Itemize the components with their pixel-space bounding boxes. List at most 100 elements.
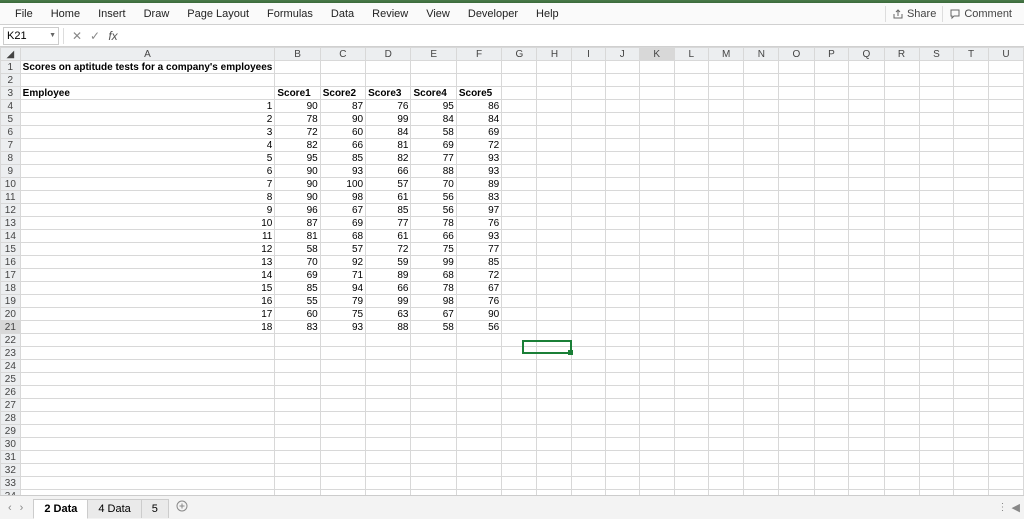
row-header-26[interactable]: 26 [1, 386, 21, 399]
cell-P2[interactable] [814, 74, 849, 87]
cell-S15[interactable] [919, 243, 954, 256]
cell-K19[interactable] [639, 295, 674, 308]
cell-C32[interactable] [320, 464, 365, 477]
cell-N12[interactable] [744, 204, 779, 217]
cell-O7[interactable] [779, 139, 814, 152]
cell-A31[interactable] [20, 451, 275, 464]
cell-S23[interactable] [919, 347, 954, 360]
cell-M34[interactable] [708, 490, 743, 496]
cell-G22[interactable] [502, 334, 537, 347]
cell-F19[interactable]: 76 [456, 295, 501, 308]
cell-F20[interactable]: 90 [456, 308, 501, 321]
cell-D33[interactable] [366, 477, 411, 490]
cell-O21[interactable] [779, 321, 814, 334]
cell-M30[interactable] [708, 438, 743, 451]
cell-C13[interactable]: 69 [320, 217, 365, 230]
cell-M8[interactable] [708, 152, 743, 165]
cell-T15[interactable] [954, 243, 989, 256]
cell-S34[interactable] [919, 490, 954, 496]
cell-U11[interactable] [988, 191, 1023, 204]
cell-U15[interactable] [988, 243, 1023, 256]
cell-A5[interactable]: 2 [20, 113, 275, 126]
cell-B22[interactable] [275, 334, 320, 347]
cell-B13[interactable]: 87 [275, 217, 320, 230]
cell-J32[interactable] [605, 464, 639, 477]
cell-G4[interactable] [502, 100, 537, 113]
cell-I21[interactable] [572, 321, 605, 334]
cell-J6[interactable] [605, 126, 639, 139]
cell-G33[interactable] [502, 477, 537, 490]
cell-M13[interactable] [708, 217, 743, 230]
cell-C1[interactable] [320, 61, 365, 74]
cell-U7[interactable] [988, 139, 1023, 152]
cell-F34[interactable] [456, 490, 501, 496]
col-header-M[interactable]: M [708, 48, 743, 61]
cell-L18[interactable] [674, 282, 708, 295]
cell-U33[interactable] [988, 477, 1023, 490]
cell-C23[interactable] [320, 347, 365, 360]
cell-N6[interactable] [744, 126, 779, 139]
cell-M10[interactable] [708, 178, 743, 191]
cell-R29[interactable] [884, 425, 919, 438]
cell-M6[interactable] [708, 126, 743, 139]
cell-G6[interactable] [502, 126, 537, 139]
cell-O16[interactable] [779, 256, 814, 269]
cell-E4[interactable]: 95 [411, 100, 456, 113]
cell-T20[interactable] [954, 308, 989, 321]
cell-H26[interactable] [537, 386, 572, 399]
cell-F15[interactable]: 77 [456, 243, 501, 256]
row-header-32[interactable]: 32 [1, 464, 21, 477]
cell-U17[interactable] [988, 269, 1023, 282]
cell-E23[interactable] [411, 347, 456, 360]
row-header-31[interactable]: 31 [1, 451, 21, 464]
cell-H22[interactable] [537, 334, 572, 347]
cell-S16[interactable] [919, 256, 954, 269]
cell-C3[interactable]: Score2 [320, 87, 365, 100]
cell-E10[interactable]: 70 [411, 178, 456, 191]
cell-B34[interactable] [275, 490, 320, 496]
cell-B3[interactable]: Score1 [275, 87, 320, 100]
cell-K31[interactable] [639, 451, 674, 464]
cell-A13[interactable]: 10 [20, 217, 275, 230]
cell-H29[interactable] [537, 425, 572, 438]
cell-T11[interactable] [954, 191, 989, 204]
cell-G17[interactable] [502, 269, 537, 282]
cell-H23[interactable] [537, 347, 572, 360]
cell-M1[interactable] [708, 61, 743, 74]
cell-J24[interactable] [605, 360, 639, 373]
cell-T18[interactable] [954, 282, 989, 295]
cell-C17[interactable]: 71 [320, 269, 365, 282]
cell-P10[interactable] [814, 178, 849, 191]
cell-M7[interactable] [708, 139, 743, 152]
cell-H28[interactable] [537, 412, 572, 425]
cell-N1[interactable] [744, 61, 779, 74]
cell-B15[interactable]: 58 [275, 243, 320, 256]
cell-G26[interactable] [502, 386, 537, 399]
cell-H10[interactable] [537, 178, 572, 191]
cell-T25[interactable] [954, 373, 989, 386]
cell-U8[interactable] [988, 152, 1023, 165]
cell-T12[interactable] [954, 204, 989, 217]
cell-T9[interactable] [954, 165, 989, 178]
cell-B10[interactable]: 90 [275, 178, 320, 191]
cell-P26[interactable] [814, 386, 849, 399]
cell-I30[interactable] [572, 438, 605, 451]
cell-S3[interactable] [919, 87, 954, 100]
cell-U19[interactable] [988, 295, 1023, 308]
cell-I13[interactable] [572, 217, 605, 230]
cell-G14[interactable] [502, 230, 537, 243]
cell-M29[interactable] [708, 425, 743, 438]
cell-G3[interactable] [502, 87, 537, 100]
cell-E9[interactable]: 88 [411, 165, 456, 178]
cell-Q26[interactable] [849, 386, 884, 399]
cell-D9[interactable]: 66 [366, 165, 411, 178]
cell-M18[interactable] [708, 282, 743, 295]
cell-N16[interactable] [744, 256, 779, 269]
col-header-D[interactable]: D [366, 48, 411, 61]
cell-Q9[interactable] [849, 165, 884, 178]
cell-L28[interactable] [674, 412, 708, 425]
cell-R20[interactable] [884, 308, 919, 321]
cell-M2[interactable] [708, 74, 743, 87]
cell-P18[interactable] [814, 282, 849, 295]
cell-B19[interactable]: 55 [275, 295, 320, 308]
